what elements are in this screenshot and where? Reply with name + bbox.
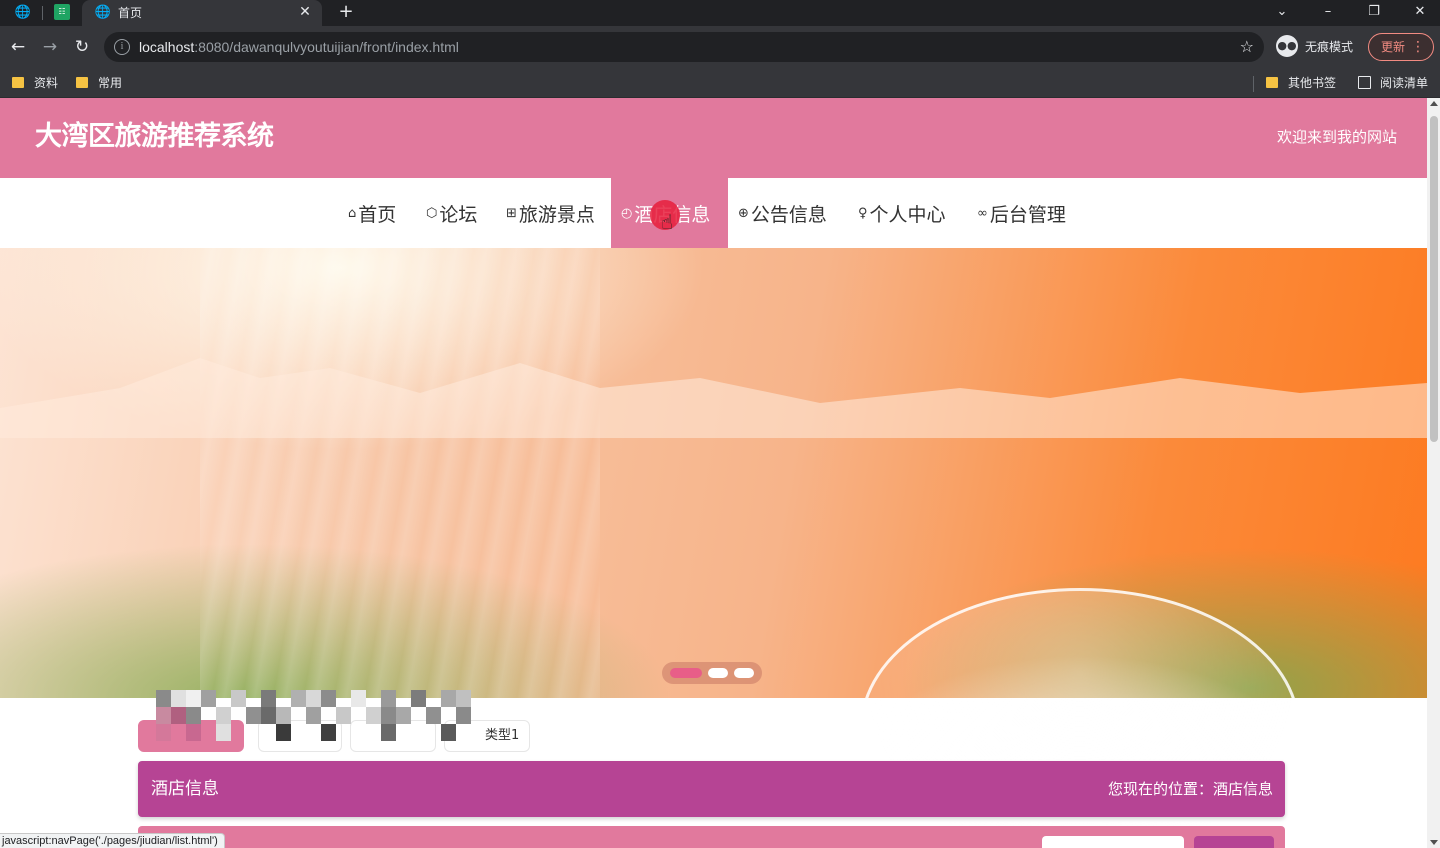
globe-icon: ⊕ — [738, 205, 749, 221]
site-header: 大湾区旅游推荐系统 欢迎来到我的网站 — [0, 98, 1427, 178]
nav-item-profile[interactable]: ♀ 个人中心 — [848, 178, 956, 248]
bookmark-folder-changyong[interactable]: 常用 — [76, 74, 136, 92]
new-tab-icon[interactable]: + — [336, 2, 356, 22]
nav-label: 首页 — [358, 203, 397, 226]
nav-item-home[interactable]: ⌂ 首页 — [338, 178, 406, 248]
update-button[interactable]: 更新 ⋮ — [1368, 33, 1434, 61]
tab-globe-icon: 🌐 — [94, 5, 112, 20]
main-nav: ⌂ 首页 ⬡ 论坛 ⊞ 旅游景点 ◴ 酒店信息 ⊕ 公告信息 ♀ 个人中心 ∞ … — [0, 178, 1427, 248]
forward-arrow-icon[interactable]: → — [39, 36, 61, 58]
bookmark-folder-ziliao[interactable]: 资料 — [12, 74, 72, 92]
bookmark-star-icon[interactable]: ☆ — [1240, 37, 1254, 57]
tab-search-chevron-icon[interactable]: ⌄ — [1270, 2, 1294, 22]
browser-toolbar: ← → ↻ i localhost:8080/dawanqulvyoutuiji… — [0, 26, 1440, 68]
reading-list[interactable]: 阅读清单 — [1358, 74, 1438, 92]
sun-rays-decoration — [200, 248, 600, 698]
menu-dots-icon[interactable]: ⋮ — [1411, 39, 1425, 55]
other-bookmarks-label: 其他书签 — [1288, 76, 1337, 90]
section-header-bar: 酒店信息 您现在的位置：酒店信息 — [138, 761, 1285, 817]
nav-item-notices[interactable]: ⊕ 公告信息 — [728, 178, 837, 248]
gift-icon: ⊞ — [506, 205, 517, 221]
clock-icon: ◴ — [621, 205, 633, 221]
sheets-app-icon[interactable]: ☷ — [54, 4, 70, 20]
user-icon: ♀ — [858, 205, 868, 221]
browser-tab-active[interactable]: 🌐 首页 ✕ — [82, 0, 322, 26]
site-title: 大湾区旅游推荐系统 — [35, 121, 274, 152]
incognito-label: 无痕模式 — [1305, 40, 1354, 54]
browser-tab-bar: 🌐 ☷ 🌐 首页 ✕ + ⌄ – ❐ ✕ — [0, 0, 1440, 26]
tab-separator — [42, 6, 43, 20]
page-scrollbar[interactable] — [1427, 98, 1440, 848]
bookmark-label: 资料 — [34, 76, 59, 90]
browser-globe-icon[interactable]: 🌐 — [14, 4, 32, 22]
bookmark-label: 常用 — [98, 76, 123, 90]
folder-icon — [1266, 77, 1278, 88]
reading-list-icon — [1358, 76, 1371, 89]
url-text[interactable]: localhost:8080/dawanqulvyoutuijian/front… — [139, 39, 459, 55]
reading-list-label: 阅读清单 — [1380, 76, 1429, 90]
web-page: 大湾区旅游推荐系统 欢迎来到我的网站 ⌂ 首页 ⬡ 论坛 ⊞ 旅游景点 ◴ 酒店… — [0, 98, 1427, 848]
status-bar-url: javascript:navPage('./pages/jiudian/list… — [0, 833, 225, 848]
pixelated-redaction — [142, 690, 487, 741]
bookmarks-separator — [1253, 76, 1254, 92]
minimize-icon[interactable]: – — [1316, 2, 1340, 22]
scroll-down-arrow-icon[interactable] — [1430, 840, 1438, 845]
hand-cursor-icon: ☝ — [661, 210, 674, 234]
back-arrow-icon[interactable]: ← — [7, 36, 29, 58]
update-label: 更新 — [1381, 40, 1406, 54]
close-window-icon[interactable]: ✕ — [1408, 2, 1432, 22]
nav-label: 个人中心 — [869, 203, 946, 226]
scrollbar-thumb[interactable] — [1430, 116, 1438, 442]
section-title: 酒店信息 — [151, 779, 219, 799]
url-path: :8080/dawanqulvyoutuijian/front/index.ht… — [194, 39, 459, 55]
breadcrumb: 您现在的位置：酒店信息 — [1107, 780, 1273, 798]
incognito-icon[interactable]: ●● — [1276, 35, 1298, 57]
nav-label: 论坛 — [439, 203, 478, 226]
folder-icon — [76, 77, 88, 88]
search-input[interactable] — [1042, 836, 1184, 848]
nav-label: 公告信息 — [750, 203, 827, 226]
carousel-dot-3[interactable] — [734, 668, 754, 678]
nav-label: 旅游景点 — [518, 203, 595, 226]
reload-icon[interactable]: ↻ — [71, 36, 93, 58]
hero-carousel[interactable] — [0, 248, 1427, 848]
carousel-dot-2[interactable] — [708, 668, 728, 678]
nav-item-forum[interactable]: ⬡ 论坛 — [416, 178, 487, 248]
cube-icon: ⬡ — [426, 205, 438, 221]
home-icon: ⌂ — [348, 205, 357, 221]
scroll-up-arrow-icon[interactable] — [1430, 101, 1438, 106]
tab-close-icon[interactable]: ✕ — [296, 3, 314, 21]
url-host: localhost — [139, 39, 195, 55]
address-bar[interactable]: i localhost:8080/dawanqulvyoutuijian/fro… — [104, 32, 1264, 62]
carousel-indicators — [662, 662, 762, 684]
search-button[interactable] — [1194, 836, 1274, 848]
mountains-decoration — [0, 358, 1427, 438]
nav-item-admin[interactable]: ∞ 后台管理 — [967, 178, 1076, 248]
nav-item-attractions[interactable]: ⊞ 旅游景点 — [496, 178, 605, 248]
folder-icon — [12, 77, 24, 88]
tab-title: 首页 — [118, 6, 143, 20]
type-tab-label: 类型1 — [485, 728, 520, 743]
bookmarks-bar: 资料 常用 其他书签 阅读清单 — [0, 68, 1440, 98]
other-bookmarks[interactable]: 其他书签 — [1266, 74, 1346, 92]
carousel-dot-1[interactable] — [670, 668, 702, 678]
link-icon: ∞ — [977, 205, 988, 221]
nav-label: 后台管理 — [989, 203, 1066, 226]
site-welcome-text: 欢迎来到我的网站 — [1276, 128, 1397, 146]
search-bar — [138, 826, 1285, 848]
restore-icon[interactable]: ❐ — [1362, 2, 1386, 22]
site-info-icon[interactable]: i — [114, 39, 130, 55]
